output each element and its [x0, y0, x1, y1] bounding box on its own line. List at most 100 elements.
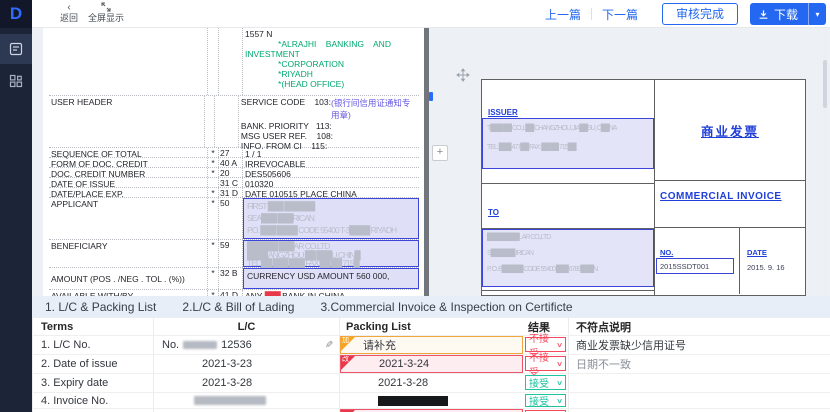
- invoice-to-cell: TO: [482, 184, 654, 229]
- lc-value-cell[interactable]: [154, 393, 340, 408]
- issuer-highlight[interactable]: T███ ██ CO.,L██ CHANGZHOU, JIA██SU, C██N…: [482, 118, 654, 169]
- tab-lc-bill-of-lading[interactable]: 2.L/C & Bill of Lading: [182, 300, 294, 314]
- next-doc-link[interactable]: 下一篇: [602, 6, 638, 23]
- result-select[interactable]: 接受 ∨: [525, 394, 566, 407]
- plus-icon: +: [437, 146, 443, 158]
- comparison-table: Terms L/C Packing List 结果 不符点说明 1. L/C N…: [32, 318, 830, 412]
- swift-row-applicant: APPLICANT * 50 FIRST ███ ██████ SEA███ █…: [49, 198, 419, 240]
- added-corner-badge: 加: [341, 337, 355, 351]
- lc-value-cell[interactable]: 2021-3-23: [154, 355, 340, 373]
- swift-field-label: USER HEADER: [49, 96, 204, 147]
- result-cell: 接受 ∨: [523, 374, 568, 392]
- invoice-no-date-row: NO. 2015SSDT001 DATE 2015. 9. 16: [655, 228, 805, 294]
- swift-row-sequence-of-total: SEQUENCE OF TOTAL * 27 1 / 1: [49, 148, 419, 158]
- swift-row-user-header: USER HEADER SERVICE CODE 103: (银行间信用证通知专…: [49, 96, 419, 148]
- redacted-value: [183, 341, 217, 349]
- invoice-title-cn: 商业发票: [701, 121, 759, 140]
- sidebar: D: [0, 0, 32, 412]
- changed-corner-badge: 改: [341, 356, 355, 370]
- invoice-date-cell: DATE 2015. 9. 16: [740, 228, 805, 294]
- invoice-no-highlight[interactable]: 2015SSDT001: [656, 258, 734, 274]
- issuer-label: ISSUER: [482, 80, 654, 117]
- file-text-icon: [9, 42, 23, 56]
- discrepancy-note: 日期不一致: [568, 355, 830, 373]
- invoice-no-value: 2015SSDT001: [660, 262, 709, 271]
- download-button-group: 下载 ▾: [750, 3, 826, 25]
- invoice-date-value: 2015. 9. 16: [740, 257, 805, 272]
- review-complete-button[interactable]: 审核完成: [662, 3, 738, 25]
- chevron-down-icon: ∨: [556, 341, 563, 349]
- chevron-down-icon: ∨: [556, 379, 563, 387]
- redacted-value: [194, 396, 266, 405]
- swift-message-table: 1557 N *ALRAJHI BANKING AND INVESTMENT *…: [49, 28, 419, 296]
- grid-icon: [9, 74, 23, 88]
- invoice-to-address-cell: ████████LAR CO.,LTD S██████ IRICAN P. O.…: [482, 229, 654, 291]
- swift-document-page[interactable]: 1557 N *ALRAJHI BANKING AND INVESTMENT *…: [43, 28, 424, 296]
- caret-down-icon: ▾: [815, 10, 819, 19]
- download-more-button[interactable]: ▾: [808, 3, 826, 25]
- divider: [591, 8, 592, 20]
- invoice-title-en: COMMERCIAL INVOICE: [660, 191, 782, 202]
- swift-row-date-of-issue: DATE OF ISSUE 31 C 010320: [49, 178, 419, 188]
- bank-stamp-note: (银行间信用证通知专用章): [331, 97, 417, 121]
- swift-doc-scrollbar[interactable]: [424, 28, 429, 296]
- msg-user-ref-line: MSG USER REF. 108:: [241, 131, 417, 141]
- chevron-down-icon: ∨: [556, 360, 563, 368]
- result-cell: 不接受 ∨: [523, 355, 568, 373]
- document-workspace: 1557 N *ALRAJHI BANKING AND INVESTMENT *…: [32, 28, 830, 296]
- invoice-issuer-cell: ISSUER T███ ██ CO.,L██ CHANGZHOU, JIA██S…: [482, 80, 654, 184]
- swift-row-beneficiary: BENEFICIARY * 59 ██████ ███AR CO.LTD ███…: [49, 240, 419, 268]
- invoice-document-page[interactable]: ISSUER T███ ██ CO.,L██ CHANGZHOU, JIA██S…: [481, 79, 806, 296]
- pan-move-icon[interactable]: [456, 68, 470, 87]
- result-select[interactable]: 不接受 ∨: [525, 356, 566, 371]
- fullscreen-button[interactable]: 全屏显示: [88, 2, 124, 24]
- sidebar-item-documents[interactable]: [0, 34, 32, 64]
- topbar: ‹ 返回 全屏显示 上一篇 下一篇 审核完成 下载: [32, 0, 830, 28]
- fullscreen-label: 全屏显示: [88, 13, 124, 24]
- prev-doc-link[interactable]: 上一篇: [545, 6, 581, 23]
- bank-priority-line: BANK. PRIORITY 113:: [241, 121, 417, 131]
- tab-lc-packing-list[interactable]: 1. L/C & Packing List: [45, 300, 156, 314]
- packing-value-cell[interactable]: 2021-3-28: [340, 374, 523, 392]
- redacted-value: [378, 396, 448, 406]
- sidebar-item-apps[interactable]: [0, 66, 32, 96]
- to-label: TO: [482, 184, 654, 217]
- beneficiary-highlight[interactable]: ██████ ███AR CO.LTD ████ ANGZHOU ██ ███U…: [243, 240, 419, 267]
- to-address-highlight[interactable]: ████████LAR CO.,LTD S██████ IRICAN P. O.…: [482, 229, 654, 287]
- swift-row-amount: AMOUNT (POS . /NEG . TOL . (%)) * 32 B C…: [49, 268, 419, 290]
- service-code-line: SERVICE CODE 103:: [241, 97, 331, 121]
- packing-value-cell[interactable]: 改 2021-3-24: [340, 355, 523, 373]
- packing-value-cell[interactable]: [340, 393, 523, 408]
- table-row: 2. Date of issue 2021-3-23 改 2021-3-24 不…: [32, 355, 830, 374]
- back-button[interactable]: ‹ 返回: [60, 2, 78, 24]
- download-button[interactable]: 下载: [750, 3, 808, 25]
- bank-name-line: *ALRAJHI BANKING AND: [245, 39, 417, 49]
- back-label: 返回: [60, 13, 78, 24]
- applicant-highlight[interactable]: FIRST ███ ██████ SEA███ ███RICAN P.O. ██…: [243, 198, 419, 239]
- chevron-down-icon: ∨: [556, 397, 563, 405]
- table-header-row: Terms L/C Packing List 结果 不符点说明: [32, 318, 830, 336]
- app-window: D ‹ 返回: [0, 0, 830, 412]
- swift-top-value: 1557 N: [245, 29, 417, 39]
- col-header-lc: L/C: [154, 318, 340, 335]
- invoice-doc-scrollbar-thumb[interactable]: [823, 60, 827, 108]
- tab-commercial-invoice[interactable]: 3.Commercial Invoice & Inspection on Cer…: [320, 300, 572, 314]
- packing-value-cell[interactable]: 加 请补充: [340, 336, 523, 354]
- comparison-tabs: 1. L/C & Packing List 2.L/C & Bill of La…: [32, 296, 830, 318]
- zoom-in-button[interactable]: +: [432, 145, 448, 161]
- download-label: 下载: [774, 6, 798, 23]
- lc-value-cell[interactable]: No. 12536 ✎: [154, 336, 340, 354]
- table-row: 1. L/C No. No. 12536 ✎ 加 请补充 不接受 ∨ 商业发票缺…: [32, 336, 830, 355]
- swift-row-credit-number: DOC. CREDIT NUMBER * 20 DES505606: [49, 168, 419, 178]
- bank-name-line: INVESTMENT: [245, 49, 417, 59]
- invoice-no-cell: NO. 2015SSDT001: [655, 228, 740, 294]
- edit-pencil-icon[interactable]: ✎: [325, 340, 333, 351]
- col-header-terms: Terms: [32, 318, 154, 335]
- amount-highlight[interactable]: CURRENCY USD AMOUNT 560 000,: [243, 268, 419, 289]
- result-select[interactable]: 接受 ∨: [525, 375, 566, 390]
- lc-value-cell[interactable]: 2021-3-28: [154, 374, 340, 392]
- invoice-left-column: ISSUER T███ ██ CO.,L██ CHANGZHOU, JIA██S…: [482, 80, 655, 295]
- swift-row-form-of-credit: FORM OF DOC. CREDIT * 40 A IRREVOCABLE: [49, 158, 419, 168]
- discrepancy-note: [568, 393, 830, 408]
- invoice-no-label: NO.: [655, 228, 739, 257]
